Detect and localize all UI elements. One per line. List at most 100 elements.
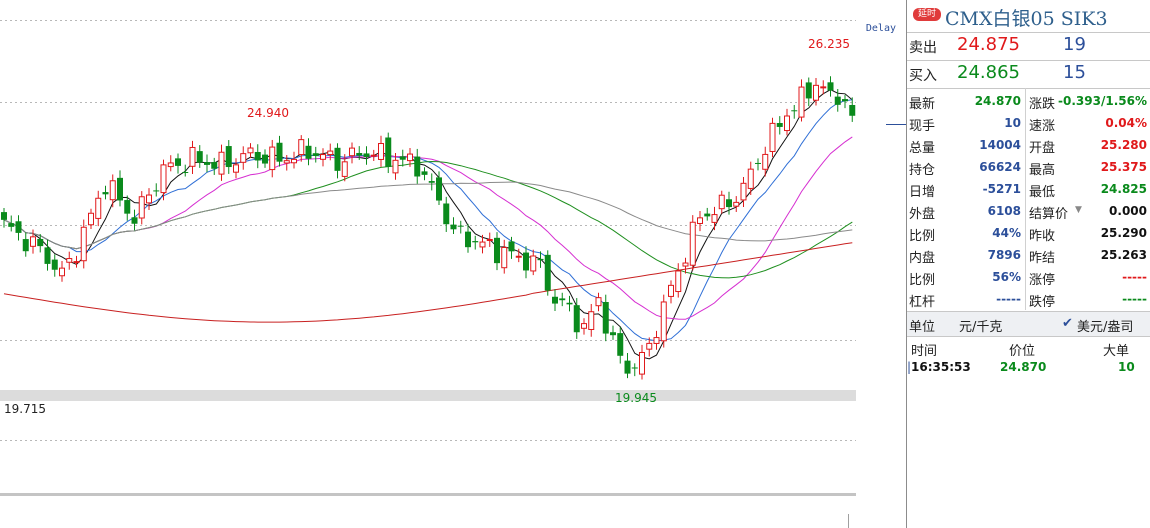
bid-label: 买入 — [909, 68, 937, 84]
ask-row: 卖出 24.875 19 — [907, 33, 1150, 61]
stat-row: 比例 44% 昨收 25.290 — [907, 222, 1150, 244]
stat-row: 外盘 6108 结算价 ▼ 0.000 — [907, 200, 1150, 222]
candle-body-up — [291, 158, 297, 164]
candle-body-up — [747, 168, 754, 189]
candle-body-down — [196, 151, 203, 163]
stat-label: 涨停 — [1029, 273, 1056, 288]
candle-body-up — [88, 212, 94, 226]
candle-body-down — [305, 145, 312, 159]
candle-body-down — [312, 153, 319, 156]
candle-body-down — [559, 298, 566, 301]
candle-body-up — [240, 153, 247, 163]
stat-value: ----- — [1122, 292, 1147, 306]
quote-header: 延时 CMX白银05 SIK3 — [907, 2, 1150, 32]
stat-label: 比例 — [909, 273, 936, 288]
candle-body-down — [254, 151, 261, 161]
stat-label: 速涨 — [1029, 119, 1056, 134]
candle-body-up — [349, 147, 355, 157]
candle-body-up — [138, 196, 145, 219]
stat-value: 25.375 — [1100, 160, 1147, 174]
currency-option[interactable]: 美元/盎司 — [1077, 316, 1133, 335]
stat-label: 持仓 — [909, 163, 936, 178]
candle-body-down — [457, 225, 464, 227]
stat-value: 14004 — [979, 138, 1021, 152]
ask-price: 24.875 — [957, 34, 1020, 55]
trade-price: 24.870 — [1000, 360, 1047, 374]
stat-label: 最新 — [909, 97, 936, 112]
candle-body-up — [689, 221, 696, 266]
ma10-line — [3, 99, 853, 342]
candle-body-down — [124, 200, 131, 214]
candle-body-up — [820, 86, 827, 89]
stat-value: 6108 — [987, 204, 1021, 218]
unit-selector[interactable]: 元/千克 — [959, 316, 1002, 335]
moving-average-lines — [3, 89, 853, 360]
candle-body-down — [631, 367, 638, 369]
stat-label: 结算价 — [1029, 207, 1069, 222]
candle-body-down — [385, 137, 392, 167]
candle-body-up — [283, 160, 290, 164]
quote-panel: 延时 CMX白银05 SIK3 卖出 24.875 19 买入 24.865 1… — [906, 0, 1150, 528]
candle-body-down — [704, 213, 711, 217]
candle-body-down — [726, 199, 732, 208]
contract-title: CMX白银05 SIK3 — [945, 8, 1108, 30]
candle-body-up — [320, 154, 326, 160]
trade-row[interactable]: | 16:35:53 24.870 10 — [907, 358, 1150, 376]
candle-body-down — [356, 153, 363, 156]
ma5-line — [3, 89, 853, 360]
candle-body-down — [443, 203, 450, 225]
candle-body-down — [610, 332, 616, 336]
bid-price: 24.865 — [957, 62, 1020, 83]
candle-body-up — [73, 261, 80, 264]
candle-body-down — [465, 231, 471, 248]
candle-body-up — [407, 153, 413, 162]
candle-body-down — [44, 247, 51, 264]
candle-body-down — [537, 258, 544, 261]
stat-label: 最高 — [1029, 163, 1056, 178]
stat-value: 25.280 — [1100, 138, 1147, 152]
candle-body-up — [218, 151, 225, 175]
stat-value: 24.870 — [974, 94, 1021, 108]
kline-chart[interactable]: Delay 26.235 24.940 19.945 19.715 — [0, 0, 906, 528]
candle-body-up — [653, 337, 660, 344]
stat-row: 最新 24.870 涨跌 -0.393/1.56% — [907, 90, 1150, 112]
high-price-label: 26.235 — [808, 37, 850, 51]
candle-body-down — [573, 305, 580, 333]
candle-body-down — [131, 217, 138, 224]
check-icon[interactable]: ✔ — [1062, 316, 1073, 331]
candle-body-down — [791, 110, 798, 112]
candle-body-down — [1, 212, 7, 220]
ask-label: 卖出 — [909, 40, 937, 56]
candle-body-down — [117, 177, 123, 201]
candle-body-up — [769, 122, 776, 152]
candle-body-up — [298, 139, 305, 156]
stat-value: -5271 — [982, 182, 1021, 196]
ma60-line — [3, 181, 853, 250]
candle-body-up — [660, 301, 667, 342]
candle-body-down — [8, 223, 15, 227]
candle-body-down — [450, 224, 457, 230]
candle-body-up — [646, 342, 653, 350]
stat-label: 昨收 — [1029, 229, 1056, 244]
stat-label: 开盘 — [1029, 141, 1056, 156]
stat-row: 现手 10 速涨 0.04% — [907, 112, 1150, 134]
candle-body-up — [146, 194, 152, 204]
candle-body-up — [515, 255, 522, 258]
candle-body-down — [51, 259, 58, 270]
candle-body-up — [327, 150, 334, 156]
low-price-label: 19.945 — [615, 391, 657, 405]
candle-body-down — [617, 333, 624, 356]
candle-body-up — [486, 238, 493, 241]
candle-body-up — [581, 323, 587, 329]
stat-row: 持仓 66624 最高 25.375 — [907, 156, 1150, 178]
candle-body-down — [552, 296, 558, 304]
candle-body-up — [80, 226, 87, 262]
candle-body-down — [225, 146, 232, 168]
candle-body-down — [602, 302, 609, 334]
chevron-down-icon[interactable]: ▼ — [1075, 205, 1082, 215]
unit-bar: 单位 元/千克 ✔ 美元/盎司 — [907, 311, 1150, 337]
candle-body-down — [566, 302, 573, 305]
candle-body-down — [175, 158, 181, 166]
stat-label: 日增 — [909, 185, 936, 200]
kline-chart-canvas[interactable]: Delay 26.235 24.940 19.945 19.715 — [0, 0, 906, 528]
